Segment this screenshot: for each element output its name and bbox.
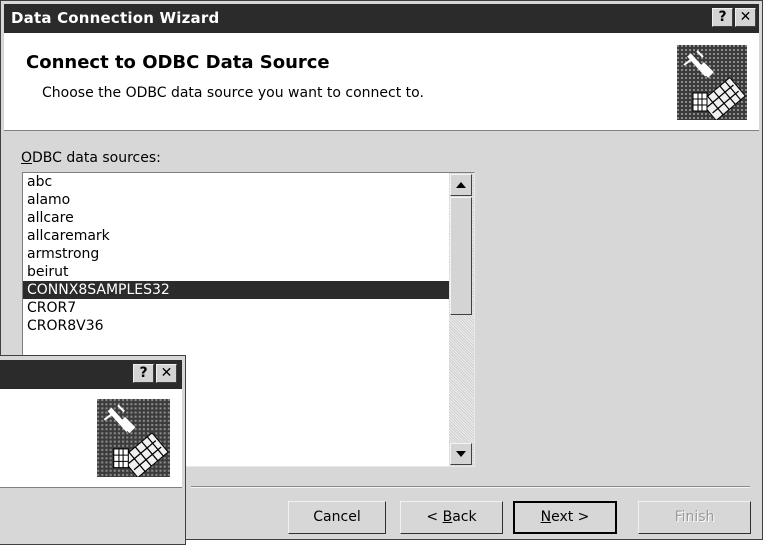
background-wizard-dialog[interactable]: ? ✕ [0,355,186,545]
label-rest: DBC data sources: [32,150,161,166]
back-prefix: < [426,509,443,525]
cancel-button[interactable]: Cancel [288,501,386,534]
background-close-button[interactable]: ✕ [156,364,177,383]
back-mnemonic: B [442,509,453,525]
background-title-bar[interactable]: ? ✕ [0,360,182,389]
wizard-header: Connect to ODBC Data Source Choose the O… [4,33,759,131]
list-item[interactable]: alamo [23,191,449,209]
vertical-scrollbar[interactable] [449,173,474,466]
page-subtitle: Choose the ODBC data source you want to … [42,85,424,101]
window-title: Data Connection Wizard [11,9,220,27]
label-mnemonic: O [21,150,33,166]
background-help-button[interactable]: ? [133,364,154,383]
background-header [0,389,182,488]
help-button[interactable]: ? [712,8,733,27]
finish-button: Finish [638,501,751,534]
next-rest: ext > [551,509,590,525]
scroll-up-button[interactable] [450,174,472,196]
next-button[interactable]: Next > [513,501,617,534]
scroll-down-button[interactable] [450,443,472,465]
footer-divider [191,486,750,488]
list-item[interactable]: allcaremark [23,227,449,245]
arrow-up-icon [456,182,466,188]
scroll-thumb[interactable] [450,197,472,315]
list-item[interactable]: CROR8V36 [23,317,449,335]
odbc-sources-label: ODBC data sources: [21,150,161,166]
list-item-selected[interactable]: CONNX8SAMPLES32 [23,281,449,299]
plug-database-icon [97,399,170,479]
list-item[interactable]: abc [23,173,449,191]
list-item[interactable]: CROR7 [23,299,449,317]
close-button[interactable]: ✕ [735,8,756,27]
title-bar[interactable]: Data Connection Wizard ? ✕ [4,4,759,33]
list-item[interactable]: beirut [23,263,449,281]
list-item[interactable]: armstrong [23,245,449,263]
odbc-sources-list: abc alamo allcare allcaremark armstrong … [23,173,449,335]
page-title: Connect to ODBC Data Source [26,52,330,73]
back-rest: ack [452,509,477,525]
plug-database-icon [677,45,747,122]
arrow-down-icon [456,451,466,457]
list-item[interactable]: allcare [23,209,449,227]
next-mnemonic: N [540,509,552,525]
back-button[interactable]: < Back [400,501,503,534]
